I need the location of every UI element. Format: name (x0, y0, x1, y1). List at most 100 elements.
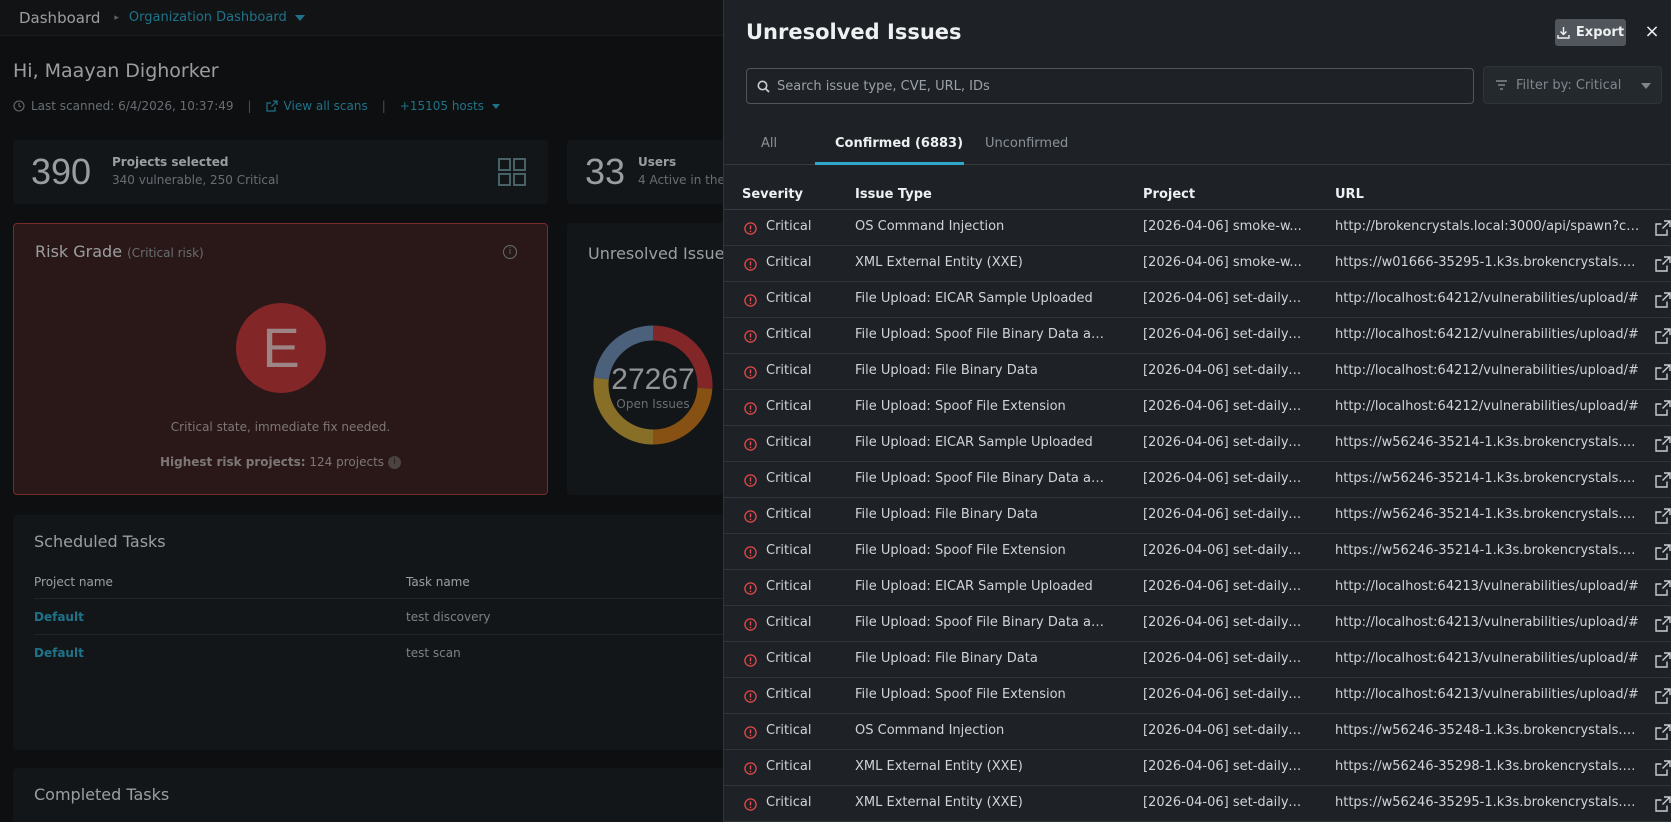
issue-url: https://w56246-35214-1.k3s.brokencrystal… (1335, 471, 1641, 486)
alert-circle-icon (744, 330, 757, 343)
alert-circle-icon (744, 762, 757, 775)
close-icon[interactable]: × (1642, 20, 1662, 44)
open-external-icon[interactable] (1655, 436, 1671, 452)
open-external-icon[interactable] (1655, 616, 1671, 632)
issue-type: File Upload: Spoof File Extension (855, 543, 1066, 558)
alert-circle-icon (744, 222, 757, 235)
table-row[interactable]: Critical XML External Entity (XXE) [2026-0… (724, 786, 1671, 822)
table-row[interactable]: Critical XML External Entity (XXE) [2026-0… (724, 750, 1671, 786)
alert-circle-icon (744, 510, 757, 523)
chevron-down-icon (1641, 83, 1651, 89)
unresolved-issues-drawer: Unresolved Issues Export × Filter by: Cr… (723, 0, 1671, 822)
alert-circle-icon (744, 366, 757, 379)
open-external-icon[interactable] (1655, 220, 1671, 236)
column-header-severity[interactable]: Severity (742, 187, 803, 202)
issues-table-header: Severity Issue Type Project URL (724, 182, 1671, 210)
open-external-icon[interactable] (1655, 688, 1671, 704)
open-external-icon[interactable] (1655, 292, 1671, 308)
severity-label: Critical (766, 255, 812, 270)
open-external-icon[interactable] (1655, 724, 1671, 740)
issue-type: XML External Entity (XXE) (855, 255, 1023, 270)
issue-url: https://w56246-35295-1.k3s.brokencrystal… (1335, 795, 1641, 810)
export-button[interactable]: Export (1555, 19, 1626, 46)
table-row[interactable]: Critical File Upload: EICAR Sample Upload… (724, 282, 1671, 318)
alert-circle-icon (744, 294, 757, 307)
tab-all[interactable]: All (761, 136, 777, 151)
alert-circle-icon (744, 474, 757, 487)
column-header-issue-type[interactable]: Issue Type (855, 187, 932, 202)
tab-unconfirmed[interactable]: Unconfirmed (985, 136, 1068, 151)
issue-url: https://w56246-35214-1.k3s.brokencrystal… (1335, 435, 1641, 450)
table-row[interactable]: Critical File Upload: EICAR Sample Upload… (724, 570, 1671, 606)
open-external-icon[interactable] (1655, 508, 1671, 524)
column-header-project[interactable]: Project (1143, 187, 1195, 202)
issue-type: File Upload: EICAR Sample Uploaded (855, 291, 1093, 306)
project-name: [2026-04-06] set-daily-... (1143, 507, 1302, 522)
alert-circle-icon (744, 402, 757, 415)
download-icon (1557, 27, 1570, 39)
severity-label: Critical (766, 651, 812, 666)
project-name: [2026-04-06] set-daily-... (1143, 579, 1302, 594)
project-name: [2026-04-06] set-daily-... (1143, 327, 1302, 342)
issue-url: http://localhost:64212/vulnerabilities/u… (1335, 399, 1639, 414)
issue-url: http://localhost:64213/vulnerabilities/u… (1335, 687, 1639, 702)
open-external-icon[interactable] (1655, 400, 1671, 416)
table-row[interactable]: Critical File Upload: Spoof File Extensio… (724, 390, 1671, 426)
severity-label: Critical (766, 435, 812, 450)
open-external-icon[interactable] (1655, 580, 1671, 596)
table-row[interactable]: Critical File Upload: EICAR Sample Upload… (724, 426, 1671, 462)
open-external-icon[interactable] (1655, 544, 1671, 560)
table-row[interactable]: Critical XML External Entity (XXE) [2026-0… (724, 246, 1671, 282)
table-row[interactable]: Critical OS Command Injection [2026-04-06]… (724, 714, 1671, 750)
issue-url: http://localhost:64212/vulnerabilities/u… (1335, 363, 1639, 378)
severity-label: Critical (766, 795, 812, 810)
issue-url: https://w01666-35295-1.k3s.brokencrystal… (1335, 255, 1641, 270)
open-external-icon[interactable] (1655, 760, 1671, 776)
table-row[interactable]: Critical OS Command Injection [2026-04-06]… (724, 210, 1671, 246)
project-name: [2026-04-06] set-daily-... (1143, 759, 1302, 774)
table-row[interactable]: Critical File Upload: File Binary Data [20… (724, 642, 1671, 678)
severity-label: Critical (766, 615, 812, 630)
open-external-icon[interactable] (1655, 472, 1671, 488)
issue-url: https://w56246-35214-1.k3s.brokencrystal… (1335, 543, 1641, 558)
issue-url: http://brokencrystals.local:3000/api/spa… (1335, 219, 1641, 234)
table-row[interactable]: Critical File Upload: Spoof File Binary D… (724, 318, 1671, 354)
table-row[interactable]: Critical File Upload: File Binary Data [20… (724, 354, 1671, 390)
table-row[interactable]: Critical File Upload: Spoof File Binary D… (724, 462, 1671, 498)
severity-filter-dropdown[interactable]: Filter by: Critical (1483, 66, 1662, 104)
issue-url: https://w56246-35298-1.k3s.brokencrystal… (1335, 759, 1641, 774)
severity-label: Critical (766, 471, 812, 486)
table-row[interactable]: Critical File Upload: Spoof File Binary D… (724, 606, 1671, 642)
project-name: [2026-04-06] set-daily-... (1143, 615, 1302, 630)
project-name: [2026-04-06] set-daily-... (1143, 399, 1302, 414)
column-header-url[interactable]: URL (1335, 187, 1364, 202)
issue-url: http://localhost:64213/vulnerabilities/u… (1335, 651, 1639, 666)
alert-circle-icon (744, 546, 757, 559)
alert-circle-icon (744, 798, 757, 811)
table-row[interactable]: Critical File Upload: Spoof File Extensio… (724, 678, 1671, 714)
project-name: [2026-04-06] set-daily-... (1143, 651, 1302, 666)
active-tab-indicator (815, 162, 964, 165)
project-name: [2026-04-06] set-daily-... (1143, 435, 1302, 450)
open-external-icon[interactable] (1655, 652, 1671, 668)
table-row[interactable]: Critical File Upload: Spoof File Extensio… (724, 534, 1671, 570)
severity-label: Critical (766, 291, 812, 306)
alert-circle-icon (744, 654, 757, 667)
severity-label: Critical (766, 327, 812, 342)
alert-circle-icon (744, 726, 757, 739)
open-external-icon[interactable] (1655, 364, 1671, 380)
tab-confirmed[interactable]: Confirmed (6883) (835, 136, 963, 151)
open-external-icon[interactable] (1655, 256, 1671, 272)
severity-label: Critical (766, 219, 812, 234)
project-name: [2026-04-06] set-daily-... (1143, 291, 1302, 306)
issue-url: http://localhost:64213/vulnerabilities/u… (1335, 579, 1639, 594)
project-name: [2026-04-06] smoke-w... (1143, 255, 1302, 270)
open-external-icon[interactable] (1655, 328, 1671, 344)
open-external-icon[interactable] (1655, 796, 1671, 812)
search-input[interactable] (777, 78, 1457, 94)
issue-search-field[interactable] (746, 68, 1474, 104)
filter-label: Filter by: Critical (1516, 77, 1622, 93)
severity-label: Critical (766, 579, 812, 594)
table-row[interactable]: Critical File Upload: File Binary Data [20… (724, 498, 1671, 534)
search-icon (757, 80, 770, 93)
